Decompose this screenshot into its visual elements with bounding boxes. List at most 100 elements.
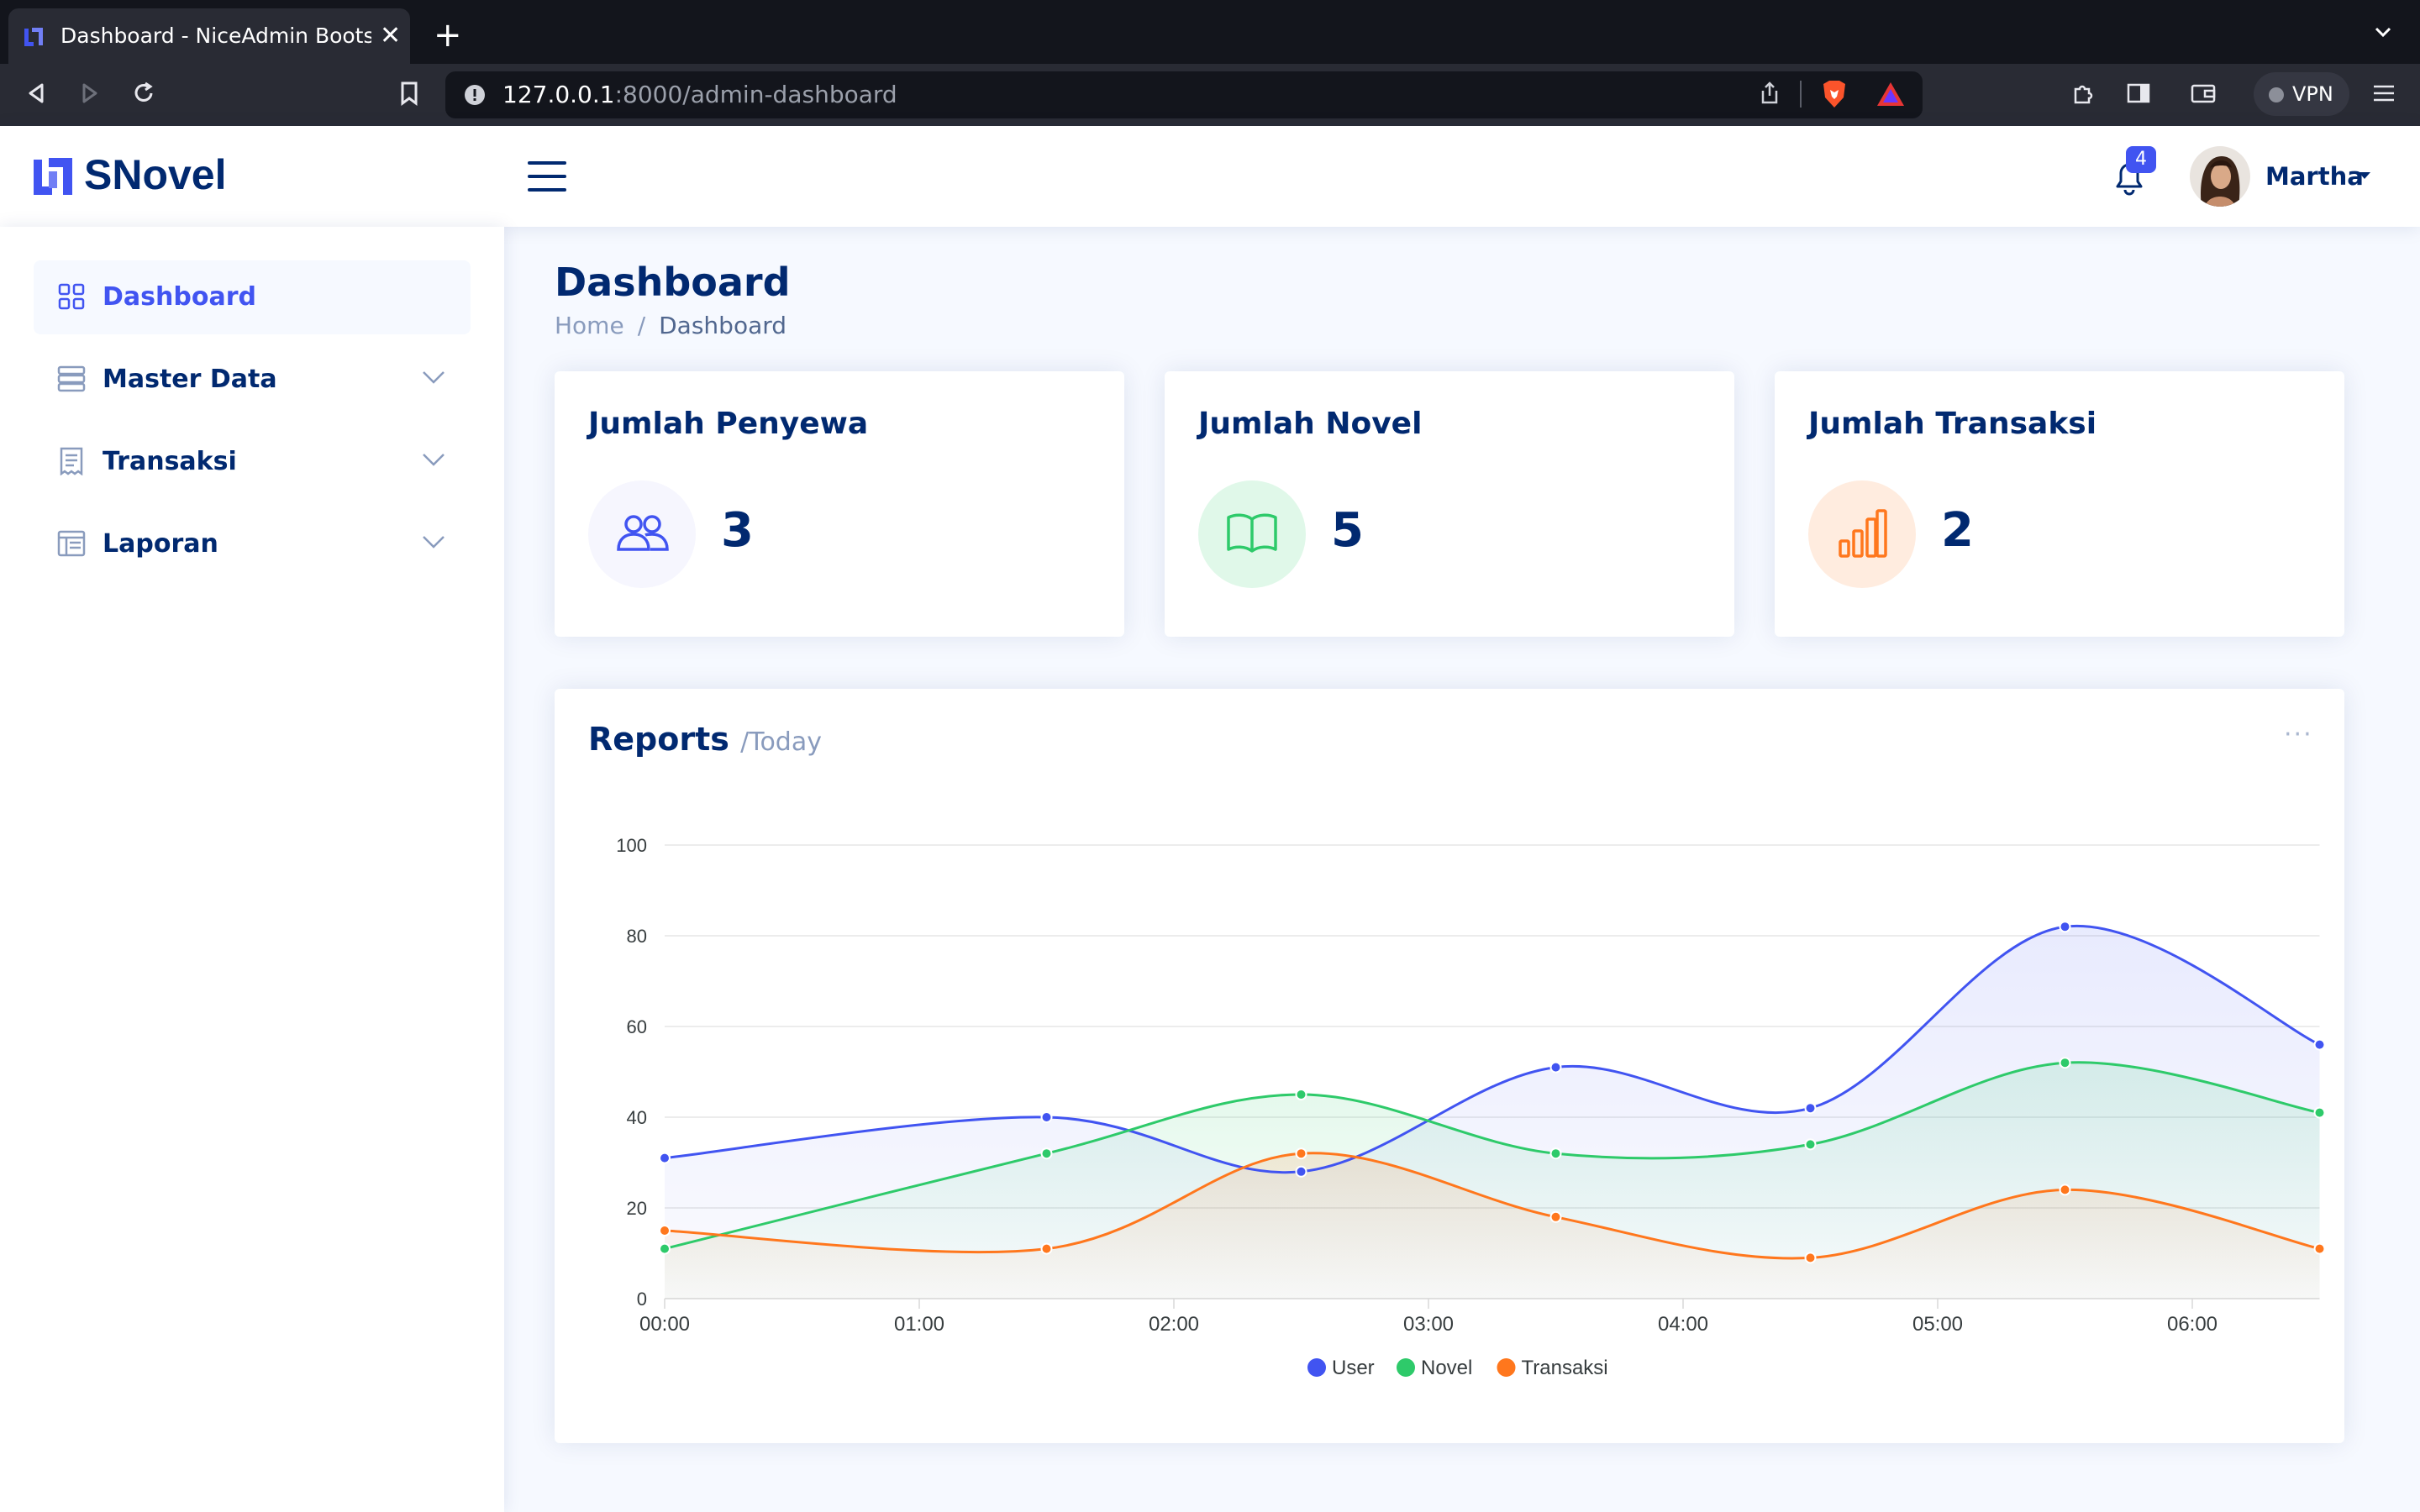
forward-icon[interactable] <box>77 81 103 106</box>
data-point-novel <box>2059 1057 2071 1069</box>
database-icon <box>57 365 86 392</box>
card-value: 5 <box>1331 503 1364 558</box>
data-point-transaksi <box>1549 1210 1562 1223</box>
logo-text[interactable]: SNovel <box>84 148 227 202</box>
data-point-transaksi <box>2313 1242 2326 1255</box>
card-value: 3 <box>721 503 754 558</box>
more-options-icon[interactable]: ··· <box>2284 722 2313 748</box>
sidebar-item-label: Transaksi <box>103 447 237 476</box>
y-tick-label: 80 <box>627 926 647 947</box>
app-header <box>0 126 2420 227</box>
avatar[interactable] <box>2190 146 2250 207</box>
data-point-user <box>1549 1061 1562 1074</box>
sidebar-toggle-icon[interactable] <box>2126 81 2151 106</box>
brave-rewards-icon[interactable] <box>1876 81 1906 108</box>
reports-chart: 0 20 40 60 80 100 00:00 01:00 02:00 03:00 04:00 05:… <box>616 835 2326 1379</box>
browser-tab[interactable]: Dashboard - NiceAdmin Bootstrap ✕ <box>8 8 410 64</box>
extensions-icon[interactable] <box>2070 81 2096 106</box>
chevron-down-icon <box>423 371 445 384</box>
grid-icon <box>58 283 85 310</box>
share-icon[interactable] <box>1758 81 1781 106</box>
chart-areas <box>665 926 2320 1299</box>
bookmark-icon[interactable] <box>398 81 420 106</box>
brave-shield-icon[interactable] <box>1820 79 1849 109</box>
x-tick-label: 04:00 <box>1658 1313 1708 1336</box>
legend-marker-transaksi <box>1497 1358 1516 1377</box>
sidebar-item-dashboard[interactable]: Dashboard <box>34 260 471 334</box>
legend-label-transaksi: Transaksi <box>1522 1357 1608 1379</box>
data-point-user <box>659 1152 671 1164</box>
data-point-transaksi <box>1040 1242 1053 1255</box>
card-title: Jumlah Novel <box>1198 407 1423 441</box>
y-tick-label: 0 <box>637 1289 647 1310</box>
favicon-icon <box>24 28 43 46</box>
legend-label-novel: Novel <box>1421 1357 1472 1379</box>
card-value: 2 <box>1941 503 1974 558</box>
new-tab-button[interactable]: + <box>434 18 462 52</box>
sidebar-item-laporan[interactable]: Laporan <box>34 507 471 581</box>
legend-marker-user <box>1307 1358 1326 1377</box>
tab-title: Dashboard - NiceAdmin Bootstrap <box>60 24 371 48</box>
data-point-user <box>1295 1165 1307 1178</box>
hamburger-menu-icon[interactable] <box>528 160 566 193</box>
sidebar-item-label: Laporan <box>103 529 218 559</box>
breadcrumb-home-link[interactable]: Home <box>555 312 624 339</box>
sidebar-item-label: Dashboard <box>103 282 256 312</box>
close-tab-icon[interactable]: ✕ <box>380 22 401 50</box>
y-tick-label: 100 <box>616 835 647 856</box>
vpn-button[interactable]: VPN <box>2254 72 2349 116</box>
vpn-status-icon <box>2269 87 2284 102</box>
url-text: 127.0.0.1:8000/admin-dashboard <box>502 79 897 111</box>
receipt-icon <box>60 447 83 475</box>
card-title: Jumlah Transaksi <box>1808 407 2097 441</box>
y-tick-label: 40 <box>627 1107 647 1128</box>
browser-menu-icon[interactable] <box>2371 81 2396 106</box>
data-point-user <box>2059 921 2071 933</box>
card-jumlah-transaksi: Jumlah Transaksi 2 <box>1775 371 2344 637</box>
reports-title-text: Reports <box>588 721 729 758</box>
card-icon-circle <box>1198 480 1306 588</box>
sidebar-item-label: Master Data <box>103 365 277 394</box>
sidebar-item-transaksi[interactable]: Transaksi <box>34 425 471 499</box>
data-point-novel <box>1295 1089 1307 1100</box>
tab-list-chevron-icon[interactable] <box>2373 22 2393 42</box>
x-tick-label: 03:00 <box>1403 1313 1454 1336</box>
site-info-icon[interactable] <box>464 84 486 106</box>
user-name[interactable]: Martha <box>2265 160 2364 193</box>
card-jumlah-penyewa: Jumlah Penyewa 3 <box>555 371 1124 637</box>
reports-title: Reports /Today <box>588 717 822 764</box>
legend-marker-novel <box>1397 1358 1415 1377</box>
data-point-novel <box>1549 1147 1562 1160</box>
bar-chart-icon <box>1839 509 1887 558</box>
data-point-user <box>2313 1038 2326 1051</box>
layout-text-icon <box>57 530 86 557</box>
wallet-icon[interactable] <box>2190 81 2217 106</box>
book-icon <box>1227 513 1277 553</box>
data-point-transaksi <box>1804 1252 1817 1264</box>
page-title: Dashboard <box>555 260 791 305</box>
address-divider <box>1800 81 1802 108</box>
back-icon[interactable] <box>24 81 49 106</box>
data-point-user <box>1804 1102 1817 1115</box>
breadcrumb-current: Dashboard <box>659 312 787 339</box>
chart-legend: User Novel Transaksi <box>1307 1357 1608 1379</box>
sidebar <box>0 227 504 1512</box>
legend-label-user: User <box>1332 1357 1375 1379</box>
data-point-transaksi <box>659 1225 671 1236</box>
breadcrumb-separator: / <box>637 312 646 339</box>
y-tick-label: 20 <box>627 1198 647 1219</box>
sidebar-item-master-data[interactable]: Master Data <box>34 343 471 417</box>
people-icon <box>617 515 669 551</box>
reload-icon[interactable] <box>131 81 156 106</box>
data-point-novel <box>659 1242 671 1255</box>
card-jumlah-novel: Jumlah Novel 5 <box>1165 371 1734 637</box>
vpn-label: VPN <box>2292 82 2333 106</box>
x-tick-label: 01:00 <box>894 1313 944 1336</box>
data-point-user <box>1040 1111 1053 1123</box>
data-point-transaksi <box>1295 1147 1307 1160</box>
card-title: Jumlah Penyewa <box>588 407 869 441</box>
logo-icon[interactable] <box>32 156 76 198</box>
reports-subtitle: /Today <box>740 727 822 757</box>
caret-down-icon[interactable] <box>2358 171 2371 180</box>
url-host: 127.0.0.1 <box>502 81 615 108</box>
